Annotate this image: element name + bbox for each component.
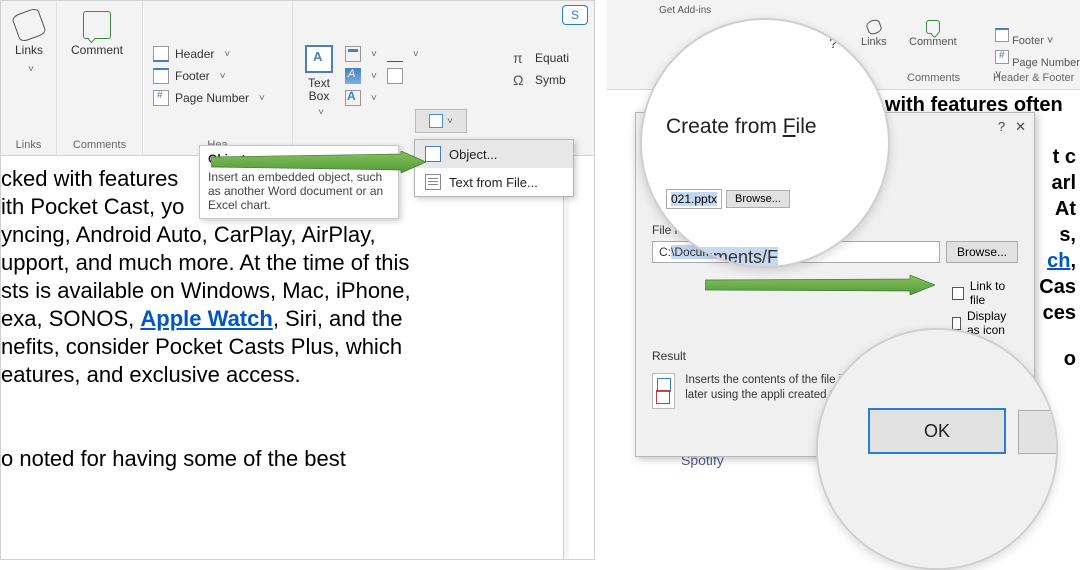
close-icon[interactable]: ✕ — [851, 35, 864, 53]
object-split-button[interactable] — [415, 109, 467, 133]
file-input-zoom[interactable]: 021.pptx — [666, 189, 722, 209]
quickparts-button[interactable] — [341, 43, 381, 65]
doc-line: nefits, consider Pocket Casts Plus, whic… — [1, 333, 476, 361]
links-button-r[interactable]: Links — [861, 20, 887, 48]
pagenum-icon — [153, 90, 169, 106]
signature-icon — [387, 46, 403, 62]
footer-button-r[interactable]: Footer ˅ — [995, 28, 1053, 47]
group-label-hf-r: Header & Footer — [993, 72, 1074, 84]
page-edge — [563, 156, 569, 559]
comment-label: Comment — [71, 43, 123, 57]
doc-line: yncing, Android Auto, CarPlay, AirPlay, — [1, 221, 476, 249]
equation-icon — [513, 50, 529, 66]
doc-line: sts is available on Windows, Mac, iPhone… — [1, 277, 476, 305]
ribbon-group-comments: Comment Comments — [57, 1, 143, 155]
magnifier-create-from-file: ? ✕ Create from File 021.pptx Browse... … — [640, 18, 890, 268]
quickparts-icon — [345, 46, 361, 62]
wordart-icon — [345, 68, 361, 84]
links-button[interactable]: Links — [7, 5, 51, 81]
browse-button-zoom[interactable]: Browse... — [726, 190, 790, 208]
tab-create-from-file[interactable]: Create from File — [666, 115, 864, 139]
pagenum-button[interactable]: Page Number — [149, 87, 286, 109]
magnifier-ok-button: OK — [816, 328, 1058, 570]
doc-line: upport, and much more. At the time of th… — [1, 249, 476, 277]
links-label: Links — [15, 43, 43, 57]
close-button[interactable] — [1015, 119, 1026, 135]
object-item-icon — [425, 146, 441, 162]
help-icon[interactable]: ? — [829, 35, 837, 53]
tooltip-body: Insert an embedded object, such as anoth… — [208, 170, 390, 212]
link-frag[interactable]: ch — [1047, 250, 1070, 272]
comment-button-r[interactable]: Comment — [909, 20, 957, 48]
header-icon — [153, 46, 169, 62]
group-label-links: Links — [1, 139, 56, 151]
comment-button[interactable]: Comment — [63, 5, 131, 63]
textbox-button[interactable]: Text Box — [299, 43, 339, 120]
getaddins-button[interactable]: Get Add-ins — [659, 4, 711, 16]
footer-icon — [153, 68, 169, 84]
help-button[interactable] — [998, 119, 1005, 135]
dropcap-button[interactable] — [341, 87, 381, 109]
doc-line — [1, 417, 476, 445]
textbox-icon — [305, 45, 333, 73]
datetime-button[interactable] — [383, 65, 423, 87]
dropdown-text-from-file[interactable]: Text from File... — [415, 168, 573, 196]
group-label-comments: Comments — [57, 139, 142, 151]
doc-line — [1, 389, 476, 417]
comment-icon — [83, 11, 111, 39]
group-label-comments-r: Comments — [907, 72, 960, 84]
pagenum-icon — [995, 50, 1009, 64]
file-path-zoom: \Documents/F — [666, 247, 864, 268]
textbox-label: Text Box — [308, 77, 330, 103]
wordart-button[interactable] — [341, 65, 381, 87]
link-icon — [865, 18, 883, 36]
object-dropdown: Object... Text from File... — [414, 139, 574, 197]
apple-watch-link[interactable]: Apple Watch — [140, 306, 272, 331]
equation-button[interactable]: Equati — [509, 47, 587, 69]
ribbon-group-symbols: Equati Symb — [503, 1, 593, 155]
result-icon — [652, 373, 675, 409]
dropdown-object[interactable]: Object... — [415, 140, 573, 168]
header-button[interactable]: Header — [149, 43, 286, 65]
doc-line: eatures, and exclusive access. — [1, 361, 476, 389]
doc-line: exa, SONOS, Apple Watch, Siri, and the — [1, 305, 476, 333]
green-arrow-1 — [211, 151, 426, 173]
ribbon-group-links: Links Links — [1, 1, 57, 155]
footer-icon — [995, 28, 1009, 42]
symbol-button[interactable]: Symb — [509, 69, 587, 91]
ok-button-zoom[interactable]: OK — [868, 408, 1006, 454]
green-arrow-2 — [705, 275, 935, 295]
checkbox-icon — [952, 287, 964, 300]
cancel-button-peek[interactable] — [1018, 410, 1058, 454]
browse-button[interactable]: Browse... — [946, 241, 1018, 263]
ribbon-group-headerfooter: Header Footer Page Number Hea — [143, 1, 293, 155]
doc-line: o noted for having some of the best — [1, 445, 476, 473]
footer-button[interactable]: Footer — [149, 65, 286, 87]
link-icon — [11, 7, 47, 43]
checkbox-icon — [952, 317, 961, 330]
signature-button[interactable] — [383, 43, 423, 65]
datetime-icon — [387, 68, 403, 84]
object-icon — [429, 114, 443, 128]
comment-icon — [926, 20, 940, 34]
link-to-file-checkbox[interactable]: Link to file — [952, 279, 1018, 307]
left-screenshot: S Links Links Comment Comments Header Fo… — [0, 0, 595, 560]
dropcap-icon — [345, 90, 361, 106]
symbol-icon — [513, 72, 529, 88]
ribbon: S Links Links Comment Comments Header Fo… — [1, 1, 594, 156]
textfile-item-icon — [425, 174, 441, 190]
